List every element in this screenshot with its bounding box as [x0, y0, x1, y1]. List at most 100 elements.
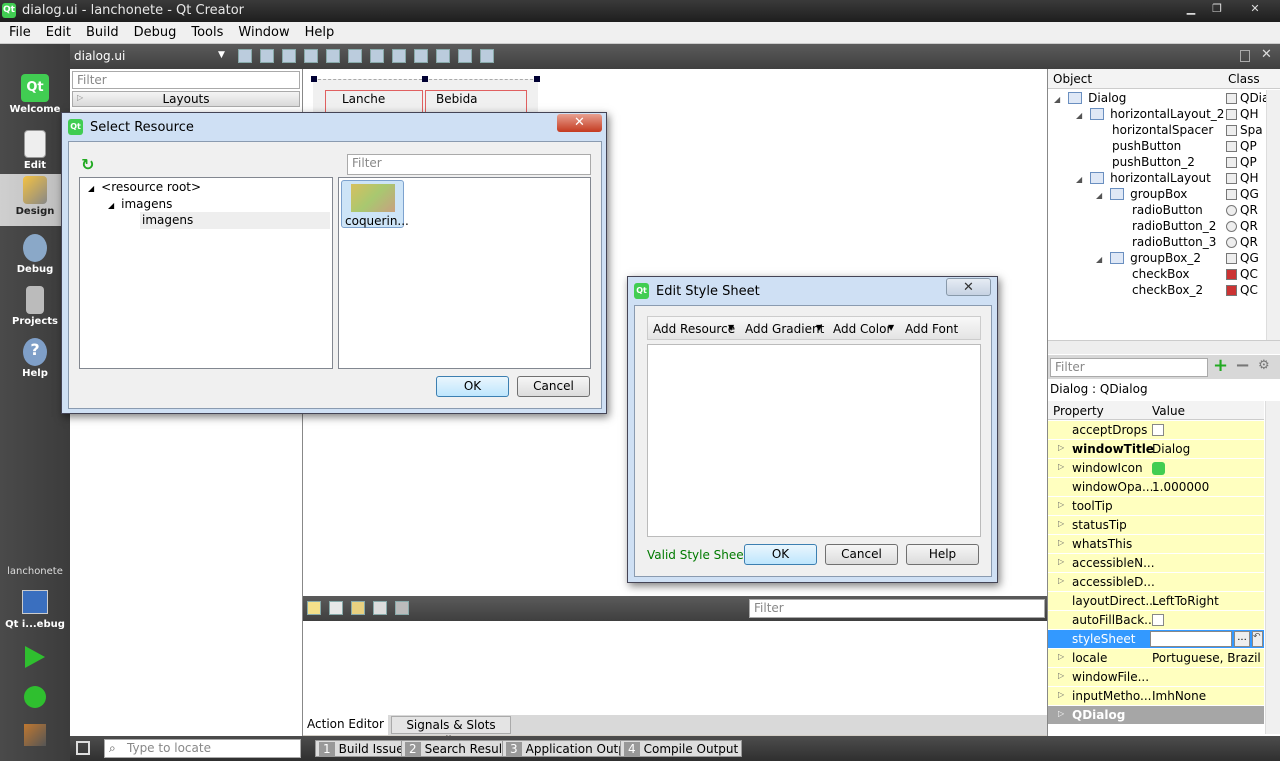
property-row[interactable]: ▷ inputMetho... ImhNone	[1048, 687, 1264, 706]
checkbox[interactable]	[1152, 614, 1164, 626]
resource-file-item[interactable]: coquerin...	[341, 180, 409, 228]
object-row-pushbutton2[interactable]: pushButton_2	[1112, 155, 1195, 169]
property-row[interactable]: ▷ accessibleN...	[1048, 554, 1264, 573]
kit-selector-icon[interactable]	[22, 590, 48, 614]
property-row[interactable]: acceptDrops	[1048, 421, 1264, 440]
selection-handle[interactable]	[422, 76, 428, 82]
object-row-checkbox[interactable]: checkBox	[1132, 267, 1189, 281]
chevron-down-icon[interactable]: ▼	[816, 323, 822, 332]
object-row-radio3[interactable]: radioButton_3	[1132, 235, 1216, 249]
object-row-groupbox[interactable]: ◢ groupBox	[1096, 187, 1187, 201]
object-row-dialog[interactable]: ◢ Dialog	[1054, 91, 1126, 105]
tab-action-editor[interactable]: Action Editor	[303, 715, 388, 735]
object-row-spacer[interactable]: horizontalSpacer	[1112, 123, 1213, 137]
property-row[interactable]: ▷ toolTip	[1048, 497, 1264, 516]
reset-icon[interactable]: ↶	[1252, 631, 1263, 647]
float-panel-icon[interactable]	[1240, 50, 1250, 62]
cancel-button[interactable]: Cancel	[825, 544, 898, 565]
help-button[interactable]: Help	[906, 544, 979, 565]
property-vscrollbar[interactable]	[1265, 401, 1280, 734]
object-vscrollbar[interactable]	[1266, 90, 1280, 340]
action-editor-list[interactable]	[303, 621, 1047, 715]
tree-item-imagens[interactable]: ◢ imagens	[108, 197, 172, 211]
mode-help[interactable]: ? Help	[0, 336, 70, 386]
run-icon[interactable]	[25, 646, 45, 668]
selection-handle[interactable]	[311, 76, 317, 82]
delete-action-icon[interactable]	[373, 601, 387, 615]
widget-filter-input[interactable]: Filter	[72, 71, 300, 89]
edit-tab-order-icon[interactable]	[304, 49, 318, 63]
mode-design[interactable]: Design	[0, 174, 70, 226]
tab-compile-output[interactable]: 4 Compile Output	[620, 740, 743, 757]
add-gradient-button[interactable]: Add Gradient	[745, 322, 824, 336]
minimize-button[interactable]: ▁	[1180, 1, 1202, 16]
edit-widgets-icon[interactable]	[238, 49, 252, 63]
property-row[interactable]: ▷ windowFile...	[1048, 668, 1264, 687]
chevron-down-icon[interactable]: ▼	[218, 50, 225, 60]
menu-edit[interactable]: Edit	[37, 22, 77, 40]
property-row[interactable]: ▷ windowTitle Dialog	[1048, 440, 1264, 459]
tab-signals-slots[interactable]: Signals & Slots Editor	[391, 716, 511, 748]
object-tree[interactable]: ◢Dialog QDialo ◢horizontalLayout_2 QH ho…	[1048, 90, 1266, 338]
tab-search-results[interactable]: 2 Search Results	[401, 740, 518, 757]
configure-icon[interactable]: ⚙	[1258, 358, 1270, 373]
object-hscrollbar[interactable]	[1048, 340, 1280, 354]
paste-action-icon[interactable]	[351, 601, 365, 615]
chevron-down-icon[interactable]: ▼	[728, 323, 734, 332]
property-row[interactable]: ▷ whatsThis	[1048, 535, 1264, 554]
layout-grid-icon[interactable]	[436, 49, 450, 63]
object-row-groupbox2[interactable]: ◢ groupBox_2	[1096, 251, 1201, 265]
ok-button[interactable]: OK	[744, 544, 817, 565]
cancel-button[interactable]: Cancel	[517, 376, 590, 397]
layout-vsplitter-icon[interactable]	[392, 49, 406, 63]
debug-run-icon[interactable]	[24, 686, 46, 708]
object-row-hlayout[interactable]: ◢ horizontalLayout	[1076, 171, 1211, 185]
resource-filter-input[interactable]: Filter	[347, 154, 591, 175]
menu-debug[interactable]: Debug	[125, 22, 183, 40]
checkbox[interactable]	[1152, 424, 1164, 436]
property-row[interactable]: ▷ statusTip	[1048, 516, 1264, 535]
maximize-button[interactable]: ❐	[1206, 1, 1228, 16]
menu-window[interactable]: Window	[229, 22, 295, 40]
tree-item-imagens-selected[interactable]: imagens	[140, 212, 330, 229]
property-row-selected[interactable]: styleSheet ... ↶	[1048, 630, 1264, 649]
menu-build[interactable]: Build	[77, 22, 125, 40]
property-section-qdialog[interactable]: ▷ QDialog	[1048, 706, 1264, 725]
edit-signals-icon[interactable]	[260, 49, 274, 63]
widget-category-layouts[interactable]: ▷ Layouts	[72, 91, 300, 107]
tab-build-issues[interactable]: 1 Build Issues	[315, 740, 414, 757]
property-row[interactable]: ▷ accessibleD...	[1048, 573, 1264, 592]
reload-icon[interactable]: ↻	[81, 155, 94, 174]
action-filter-input[interactable]: Filter	[749, 599, 1045, 618]
add-font-button[interactable]: Add Font	[905, 322, 958, 336]
mode-debug[interactable]: Debug	[0, 232, 70, 282]
menu-tools[interactable]: Tools	[182, 22, 229, 40]
adjust-size-icon[interactable]	[480, 49, 494, 63]
menu-help[interactable]: Help	[296, 22, 341, 40]
mode-edit[interactable]: Edit	[0, 128, 70, 178]
property-row[interactable]: windowOpa... 1.000000	[1048, 478, 1264, 497]
resource-tree[interactable]: ◢ <resource root> ◢ imagens imagens	[79, 177, 333, 369]
style-sheet-text-editor[interactable]	[647, 344, 981, 537]
layout-horizontal-icon[interactable]	[326, 49, 340, 63]
layout-vertical-icon[interactable]	[348, 49, 362, 63]
new-action-icon[interactable]	[307, 601, 321, 615]
object-row-pushbutton[interactable]: pushButton	[1112, 139, 1181, 153]
property-row[interactable]: ▷ locale Portuguese, Brazil	[1048, 649, 1264, 668]
add-resource-button[interactable]: Add Resource	[653, 322, 735, 336]
object-row-radio1[interactable]: radioButton	[1132, 203, 1203, 217]
open-document-combo[interactable]: dialog.ui	[74, 49, 125, 63]
toggle-sidebar-icon[interactable]	[76, 741, 90, 755]
property-row[interactable]: layoutDirect... LeftToRight	[1048, 592, 1264, 611]
close-panel-icon[interactable]: ✕	[1261, 47, 1272, 62]
object-row-radio2[interactable]: radioButton_2	[1132, 219, 1216, 233]
mode-welcome[interactable]: Qt Welcome	[0, 72, 70, 122]
add-property-icon[interactable]: +	[1213, 355, 1228, 376]
mode-projects[interactable]: Projects	[0, 284, 70, 334]
copy-action-icon[interactable]	[329, 601, 343, 615]
layout-hsplitter-icon[interactable]	[370, 49, 384, 63]
remove-property-icon[interactable]: −	[1235, 355, 1250, 376]
stylesheet-value-field[interactable]	[1150, 631, 1232, 647]
tree-item-root[interactable]: ◢ <resource root>	[88, 180, 201, 194]
edit-buddies-icon[interactable]	[282, 49, 296, 63]
